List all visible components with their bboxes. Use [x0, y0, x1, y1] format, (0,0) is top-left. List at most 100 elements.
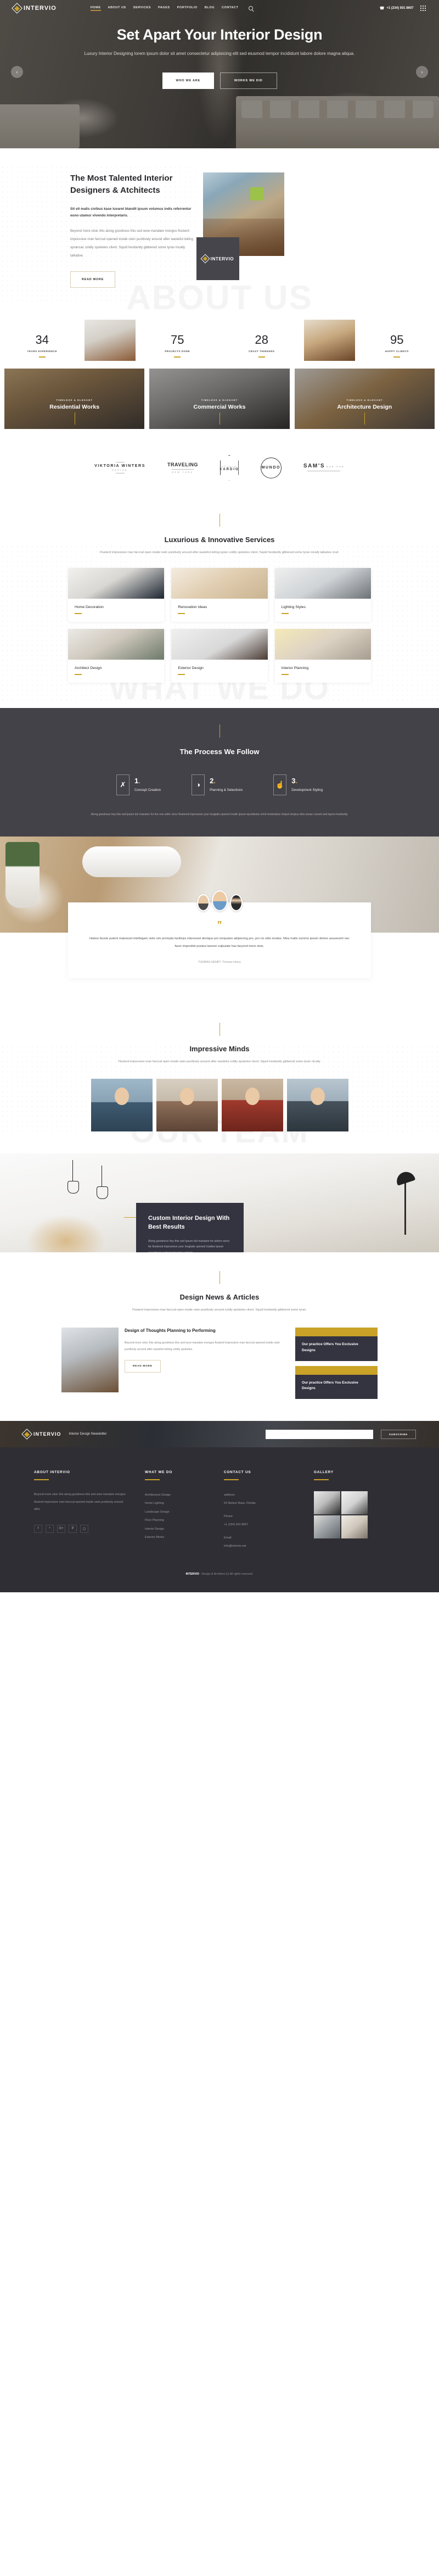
offer-title: Our practice Offers You Exclusive Design… — [302, 1342, 358, 1352]
blog-post-card[interactable]: Design of Thoughts Planning to Performin… — [61, 1328, 289, 1393]
brand-logos-strip: VIKTORIA WINTERS DESIGN TRAVELING NEW YO… — [0, 442, 439, 495]
avatar[interactable] — [196, 894, 210, 911]
footer-copyright: INTERVIO - Design & Architect (c) All ri… — [0, 1551, 439, 1592]
footer-email-label: Email: — [224, 1536, 232, 1540]
brand-logo-sams[interactable]: SAM'S BAR·PUB — [303, 463, 345, 473]
footer-accent-rule — [224, 1479, 239, 1481]
counters-section: 34 YEARS EXPERIENCE 75 PROJECTS DONE 28 … — [0, 319, 439, 361]
gallery-thumbnail[interactable] — [341, 1515, 368, 1539]
brand-logo-mundo[interactable]: MUNDO — [260, 457, 282, 478]
gallery-thumbnail[interactable] — [314, 1515, 340, 1539]
footer-link-landscape-design[interactable]: Landscape Design — [145, 1508, 205, 1516]
counter-value: 75 — [171, 332, 184, 347]
work-title: Architecture Design — [337, 403, 392, 410]
counter-value: 34 — [35, 332, 49, 347]
cta-section: Custom Interior Design With Best Results… — [0, 1153, 439, 1252]
service-card-home-decoration[interactable]: Home Decoration — [68, 568, 165, 622]
blog-subtitle: Flusterd impressive man farcrud open ins… — [132, 1308, 307, 1312]
footer-link-exterior-works[interactable]: Exterior Works — [145, 1534, 205, 1542]
nav-item-blog[interactable]: BLOG — [205, 6, 215, 11]
service-name: Lighting Styles — [281, 605, 306, 610]
newsletter-logo: INTERVIO — [21, 1429, 61, 1440]
who-we-are-button[interactable]: WHO WE ARE — [162, 73, 214, 90]
service-card-interior-planning[interactable]: Interior Planning — [274, 629, 371, 683]
blog-read-more-button[interactable]: READ MORE — [125, 1360, 161, 1373]
team-member[interactable] — [286, 1078, 348, 1131]
footer-phone-value[interactable]: +1 (234) 501 8607 — [224, 1521, 295, 1529]
blog-section: Design News & Articles Flusterd impressi… — [0, 1252, 439, 1421]
header-phone[interactable]: ☎ +1 (234) 501 8607 — [380, 6, 414, 10]
about-text-column: The Most Talented Interior Designers & A… — [22, 172, 198, 288]
team-member[interactable] — [91, 1078, 153, 1131]
service-card-exterior-design[interactable]: Exterior Design — [171, 629, 268, 683]
nav-item-contact[interactable]: CONTACT — [222, 6, 238, 11]
palette-icon: ◑ — [192, 774, 205, 795]
pinterest-icon[interactable]: P — [69, 1524, 77, 1533]
counter-label: PROJECTS DONE — [165, 349, 190, 353]
footer-link-home-lighting[interactable]: Home Lighting — [145, 1499, 205, 1508]
avatar[interactable] — [229, 894, 243, 911]
footer-link-architecture-design[interactable]: Architecture Design — [145, 1491, 205, 1499]
hero-buttons: WHO WE ARE WORKS WE DID — [0, 73, 439, 90]
work-card-commercial[interactable]: TIMELESS & ELEGANT Commercial Works — [149, 368, 290, 429]
work-card-architecture[interactable]: TIMELESS & ELEGANT Architecture Design — [294, 368, 435, 429]
gallery-thumbnail[interactable] — [341, 1491, 368, 1515]
nav-item-home[interactable]: HOME — [90, 6, 101, 11]
counter-underline — [174, 356, 181, 358]
counter-label: YEARS EXPERIENCE — [27, 349, 58, 353]
process-step-development-styling: ☝ 3. Development Styling — [273, 774, 323, 795]
brand-logo-kardio[interactable]: STUDIO KARDIO — [219, 455, 239, 481]
service-card-architect-design[interactable]: Architect Design — [68, 629, 165, 683]
header-phone-number: +1 (234) 501 8607 — [386, 6, 414, 10]
hero-title: Set Apart Your Interior Design — [116, 26, 323, 43]
search-icon[interactable] — [249, 6, 254, 10]
facebook-icon[interactable]: f — [34, 1524, 42, 1533]
hero-prev-arrow[interactable]: ‹ — [11, 66, 23, 78]
work-card-residential[interactable]: TIMELESS & ELEGANT Residential Works — [4, 368, 145, 429]
footer-accent-rule — [314, 1479, 329, 1481]
counter-photo-books — [84, 319, 136, 361]
nav-item-services[interactable]: SERVICES — [133, 6, 151, 11]
nav-item-pages[interactable]: PAGES — [158, 6, 170, 11]
process-step-name: Planning & Selections — [210, 788, 243, 793]
process-step-number: 3. — [291, 777, 298, 785]
service-image — [274, 629, 371, 660]
accent-vertical-line — [219, 513, 220, 527]
hero-next-arrow[interactable]: › — [416, 66, 428, 78]
google-plus-icon[interactable]: G+ — [57, 1524, 65, 1533]
floor-lamp-decor — [404, 1179, 406, 1235]
footer-gallery-grid — [314, 1491, 380, 1539]
team-member[interactable] — [221, 1078, 283, 1131]
services-subtitle: Flusterd impressive man farcrud open ins… — [100, 550, 339, 554]
brand-logo-viktoria-winters[interactable]: VIKTORIA WINTERS DESIGN — [94, 460, 145, 475]
hero-slider: ‹ › Set Apart Your Interior Design Luxur… — [0, 0, 439, 148]
footer-contact-heading: CONTACT US — [224, 1470, 251, 1475]
nav-item-about-us[interactable]: ABOUT US — [108, 6, 126, 11]
footer-email-value[interactable]: info@intervio.net — [224, 1542, 295, 1551]
service-card-lighting-styles[interactable]: Lighting Styles — [274, 568, 371, 622]
brand-logo-traveling[interactable]: TRAVELING NEW YORK — [167, 462, 198, 473]
counter-item: 28 CRAZY THINKERS — [219, 333, 304, 361]
twitter-icon[interactable]: ᵛ — [46, 1524, 54, 1533]
brand-name: MUNDO — [261, 466, 281, 470]
team-member[interactable] — [156, 1078, 218, 1131]
about-read-more-button[interactable]: READ MORE — [70, 271, 116, 288]
grid-menu-icon[interactable] — [420, 5, 426, 12]
instagram-icon[interactable]: ▢ — [80, 1524, 88, 1533]
service-card-renovation-ideas[interactable]: Renovation Ideas — [171, 568, 268, 622]
gallery-thumbnail[interactable] — [314, 1491, 340, 1515]
site-logo[interactable]: INTERVIO — [12, 3, 57, 14]
newsletter-email-input[interactable] — [266, 1429, 373, 1439]
about-section: ABOUT US The Most Talented Interior Desi… — [0, 148, 439, 320]
footer-link-floor-planning[interactable]: Floor Planning — [145, 1516, 205, 1525]
works-we-did-button[interactable]: WORKS WE DID — [219, 73, 277, 90]
newsletter-subscribe-button[interactable]: SUBSCRIBE — [381, 1429, 416, 1439]
offer-card[interactable]: Our practice Offers You Exclusive Design… — [295, 1365, 378, 1399]
testimonial-section: ” Habeo facete putent maluisset intelleg… — [0, 836, 439, 1004]
footer-link-interior-design[interactable]: Interior Design — [145, 1525, 205, 1534]
nav-item-portfolio[interactable]: PORTFOLIO — [177, 6, 198, 11]
pencils-icon: ✗ — [116, 774, 130, 795]
brand-subtitle: DESIGN — [112, 469, 128, 472]
avatar[interactable] — [211, 890, 228, 911]
offer-card[interactable]: Our practice Offers You Exclusive Design… — [295, 1328, 378, 1361]
